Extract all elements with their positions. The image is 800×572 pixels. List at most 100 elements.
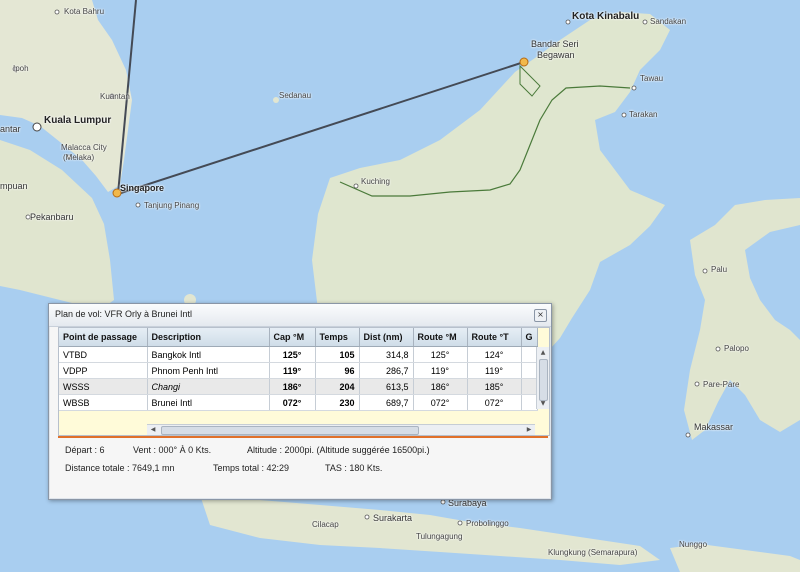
column-header-g[interactable]: G <box>521 328 538 347</box>
depart-info: Départ : 6 <box>65 445 105 455</box>
cell-g <box>521 346 538 363</box>
column-header-temps[interactable]: Temps <box>315 328 360 347</box>
close-button[interactable]: × <box>534 309 547 322</box>
cell-cap: 072° <box>269 394 316 411</box>
scroll-down-icon[interactable]: ▼ <box>538 399 548 408</box>
city-dot-surabaya <box>440 499 446 505</box>
scroll-left-icon[interactable]: ◀ <box>148 425 158 435</box>
cell-route-m: 119° <box>413 362 468 379</box>
map-label-makassar: Makassar <box>694 422 734 432</box>
map-label-kuala-lumpur: Kuala Lumpur <box>44 115 112 126</box>
cell-description: Changi <box>147 378 270 395</box>
tas-info: TAS : 180 Kts. <box>325 463 383 473</box>
map-label-kuching: Kuching <box>361 177 390 186</box>
cell-route-m: 186° <box>413 378 468 395</box>
column-header-route-t[interactable]: Route °T <box>467 328 522 347</box>
city-dot-sandakan <box>642 19 648 25</box>
map-label-tarakan: Tarakan <box>629 110 658 119</box>
map-label-tulungagung: Tulungagung <box>416 532 463 541</box>
map-label-palu: Palu <box>711 265 728 274</box>
map-label-malacca: Malacca City <box>61 143 107 152</box>
city-dot-tarakan <box>621 112 627 118</box>
map-label-kota-bahru: Kota Bahru <box>64 7 105 16</box>
cell-point: WSSS <box>59 378 148 395</box>
map-label-nunggo: Nunggo <box>679 540 708 549</box>
map-label-cilacap: Cilacap <box>312 520 339 529</box>
cell-temps: 105 <box>315 346 360 363</box>
city-dot-makassar <box>685 432 691 438</box>
column-header-dist[interactable]: Dist (nm) <box>359 328 414 347</box>
flight-plan-titlebar[interactable]: Plan de vol: VFR Orly à Brunei Intl × <box>49 304 551 327</box>
map-label-ipoh: Ipoh <box>13 64 29 73</box>
scroll-up-icon[interactable]: ▲ <box>538 348 548 357</box>
cell-route-t: 072° <box>467 394 522 411</box>
column-header-point[interactable]: Point de passage <box>59 328 148 347</box>
city-dot-kota-bahru <box>54 9 60 15</box>
total-distance-info: Distance totale : 7649,1 mn <box>65 463 175 473</box>
map-label-surakarta: Surakarta <box>373 513 413 523</box>
cell-description: Brunei Intl <box>147 394 270 411</box>
cell-route-t: 119° <box>467 362 522 379</box>
cell-dist: 689,7 <box>359 394 414 411</box>
map-label-antar: antar <box>0 124 21 134</box>
map-label-sandakan: Sandakan <box>650 17 687 26</box>
map-label-begawan: Begawan <box>537 50 575 60</box>
cell-point: VTBD <box>59 346 148 363</box>
table-row[interactable]: VTBD Bangkok Intl 125° 105 314,8 125° 12… <box>59 346 538 363</box>
flight-plan-window[interactable]: Plan de vol: VFR Orly à Brunei Intl × Po… <box>48 303 552 500</box>
cell-cap: 119° <box>269 362 316 379</box>
vertical-scroll-thumb[interactable] <box>539 359 548 401</box>
map-label-kota-kinabalu: Kota Kinabalu <box>572 11 640 22</box>
horizontal-scrollbar[interactable]: ◀ ▶ <box>147 424 535 435</box>
column-header-route-m[interactable]: Route °M <box>413 328 468 347</box>
table-row-selected[interactable]: WSSS Changi 186° 204 613,5 186° 185° <box>59 378 538 395</box>
city-dot-palu <box>702 268 708 274</box>
map-label-kuantan: Kuantan <box>100 92 130 101</box>
city-dot-probolinggo <box>457 520 463 526</box>
table-row[interactable]: WBSB Brunei Intl 072° 230 689,7 072° 072… <box>59 394 538 411</box>
flight-plan-title: Plan de vol: VFR Orly à Brunei Intl <box>55 309 193 319</box>
map-label-tawau: Tawau <box>640 74 664 83</box>
map-label-pare-pare: Pare-Pare <box>703 380 740 389</box>
cell-cap: 125° <box>269 346 316 363</box>
cell-temps: 230 <box>315 394 360 411</box>
cell-cap: 186° <box>269 378 316 395</box>
cell-route-m: 072° <box>413 394 468 411</box>
cell-temps: 204 <box>315 378 360 395</box>
column-header-cap[interactable]: Cap °M <box>269 328 316 347</box>
city-dot-kota-kinabalu <box>565 19 571 25</box>
waypoint-table-container[interactable]: Point de passage Description Cap °M Temp… <box>58 327 550 436</box>
map-label-probolinggo: Probolinggo <box>466 519 509 528</box>
cell-route-t: 124° <box>467 346 522 363</box>
city-dot-tawau <box>631 85 637 91</box>
cell-temps: 96 <box>315 362 360 379</box>
map-label-melaka: (Melaka) <box>63 153 95 162</box>
cell-g <box>521 378 538 395</box>
city-dot-pare-pare <box>694 381 700 387</box>
waypoint-table: Point de passage Description Cap °M Temp… <box>59 328 538 411</box>
cell-route-m: 125° <box>413 346 468 363</box>
map-label-palopo: Palopo <box>724 344 749 353</box>
map-label-tanjung-pinang: Tanjung Pinang <box>144 201 200 210</box>
city-dot-palopo <box>715 346 721 352</box>
scroll-right-icon[interactable]: ▶ <box>524 425 534 435</box>
vertical-scrollbar[interactable]: ▲ ▼ <box>536 347 549 409</box>
horizontal-scroll-thumb[interactable] <box>161 426 419 435</box>
city-dot-kuala-lumpur <box>32 122 42 132</box>
table-row[interactable]: VDPP Phnom Penh Intl 119° 96 286,7 119° … <box>59 362 538 379</box>
map-label-mpuan: mpuan <box>0 181 28 191</box>
divider <box>58 436 548 438</box>
map-label-singapore: Singapore <box>120 183 165 193</box>
map-label-klungkung: Klungkung (Semarapura) <box>548 548 638 557</box>
map-label-pekanbaru: Pekanbaru <box>30 212 74 222</box>
wind-info: Vent : 000° À 0 Kts. <box>133 445 212 455</box>
column-header-description[interactable]: Description <box>147 328 270 347</box>
city-dot-surakarta <box>364 514 370 520</box>
table-header-row: Point de passage Description Cap °M Temp… <box>59 328 538 347</box>
cell-dist: 613,5 <box>359 378 414 395</box>
cell-route-t: 185° <box>467 378 522 395</box>
cell-dist: 286,7 <box>359 362 414 379</box>
city-dot-tanjung-pinang <box>135 202 141 208</box>
total-time-info: Temps total : 42:29 <box>213 463 290 473</box>
cell-description: Bangkok Intl <box>147 346 270 363</box>
